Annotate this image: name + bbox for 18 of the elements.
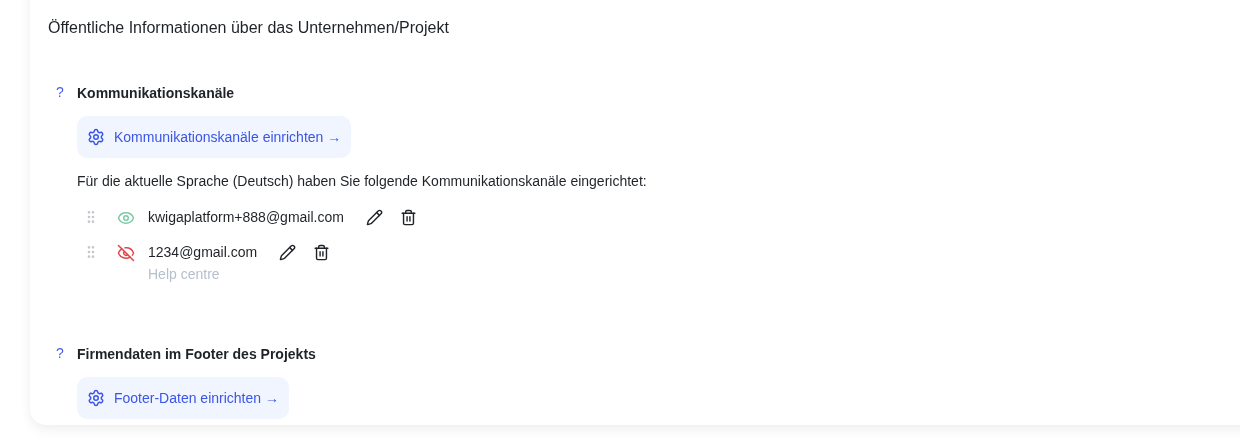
edit-icon[interactable] — [279, 243, 297, 261]
delete-icon[interactable] — [313, 243, 331, 261]
subsection-title: Kommunikationskanäle — [77, 83, 235, 102]
channel-email: 1234@gmail.com — [148, 243, 258, 261]
setup-button[interactable]: Kommunikationskanäle einrichten → — [77, 116, 352, 158]
help-icon[interactable]: ? — [48, 82, 77, 103]
settings-icon — [87, 128, 105, 146]
settings-icon — [87, 389, 105, 407]
channel-email: kwigaplatform+888@gmail.com — [148, 208, 344, 226]
channel-subtitle: Help centre — [148, 265, 221, 284]
eye-off-icon[interactable] — [117, 244, 135, 262]
help-icon[interactable]: ? — [48, 343, 77, 364]
delete-icon[interactable] — [399, 208, 417, 226]
edit-icon[interactable] — [365, 208, 383, 226]
subsection-title: Firmendaten im Footer des Projekts — [77, 344, 316, 363]
section-heading: Öffentliche Informationen über das Unternehmen/Projekt — [48, 18, 450, 38]
description-text: Für die aktuelle Sprache (Deutsch) haben Sie folgende Kommunikationskanäle eingerichtet: — [77, 172, 648, 190]
setup-button[interactable]: Footer-Daten einrichten → — [77, 377, 289, 419]
